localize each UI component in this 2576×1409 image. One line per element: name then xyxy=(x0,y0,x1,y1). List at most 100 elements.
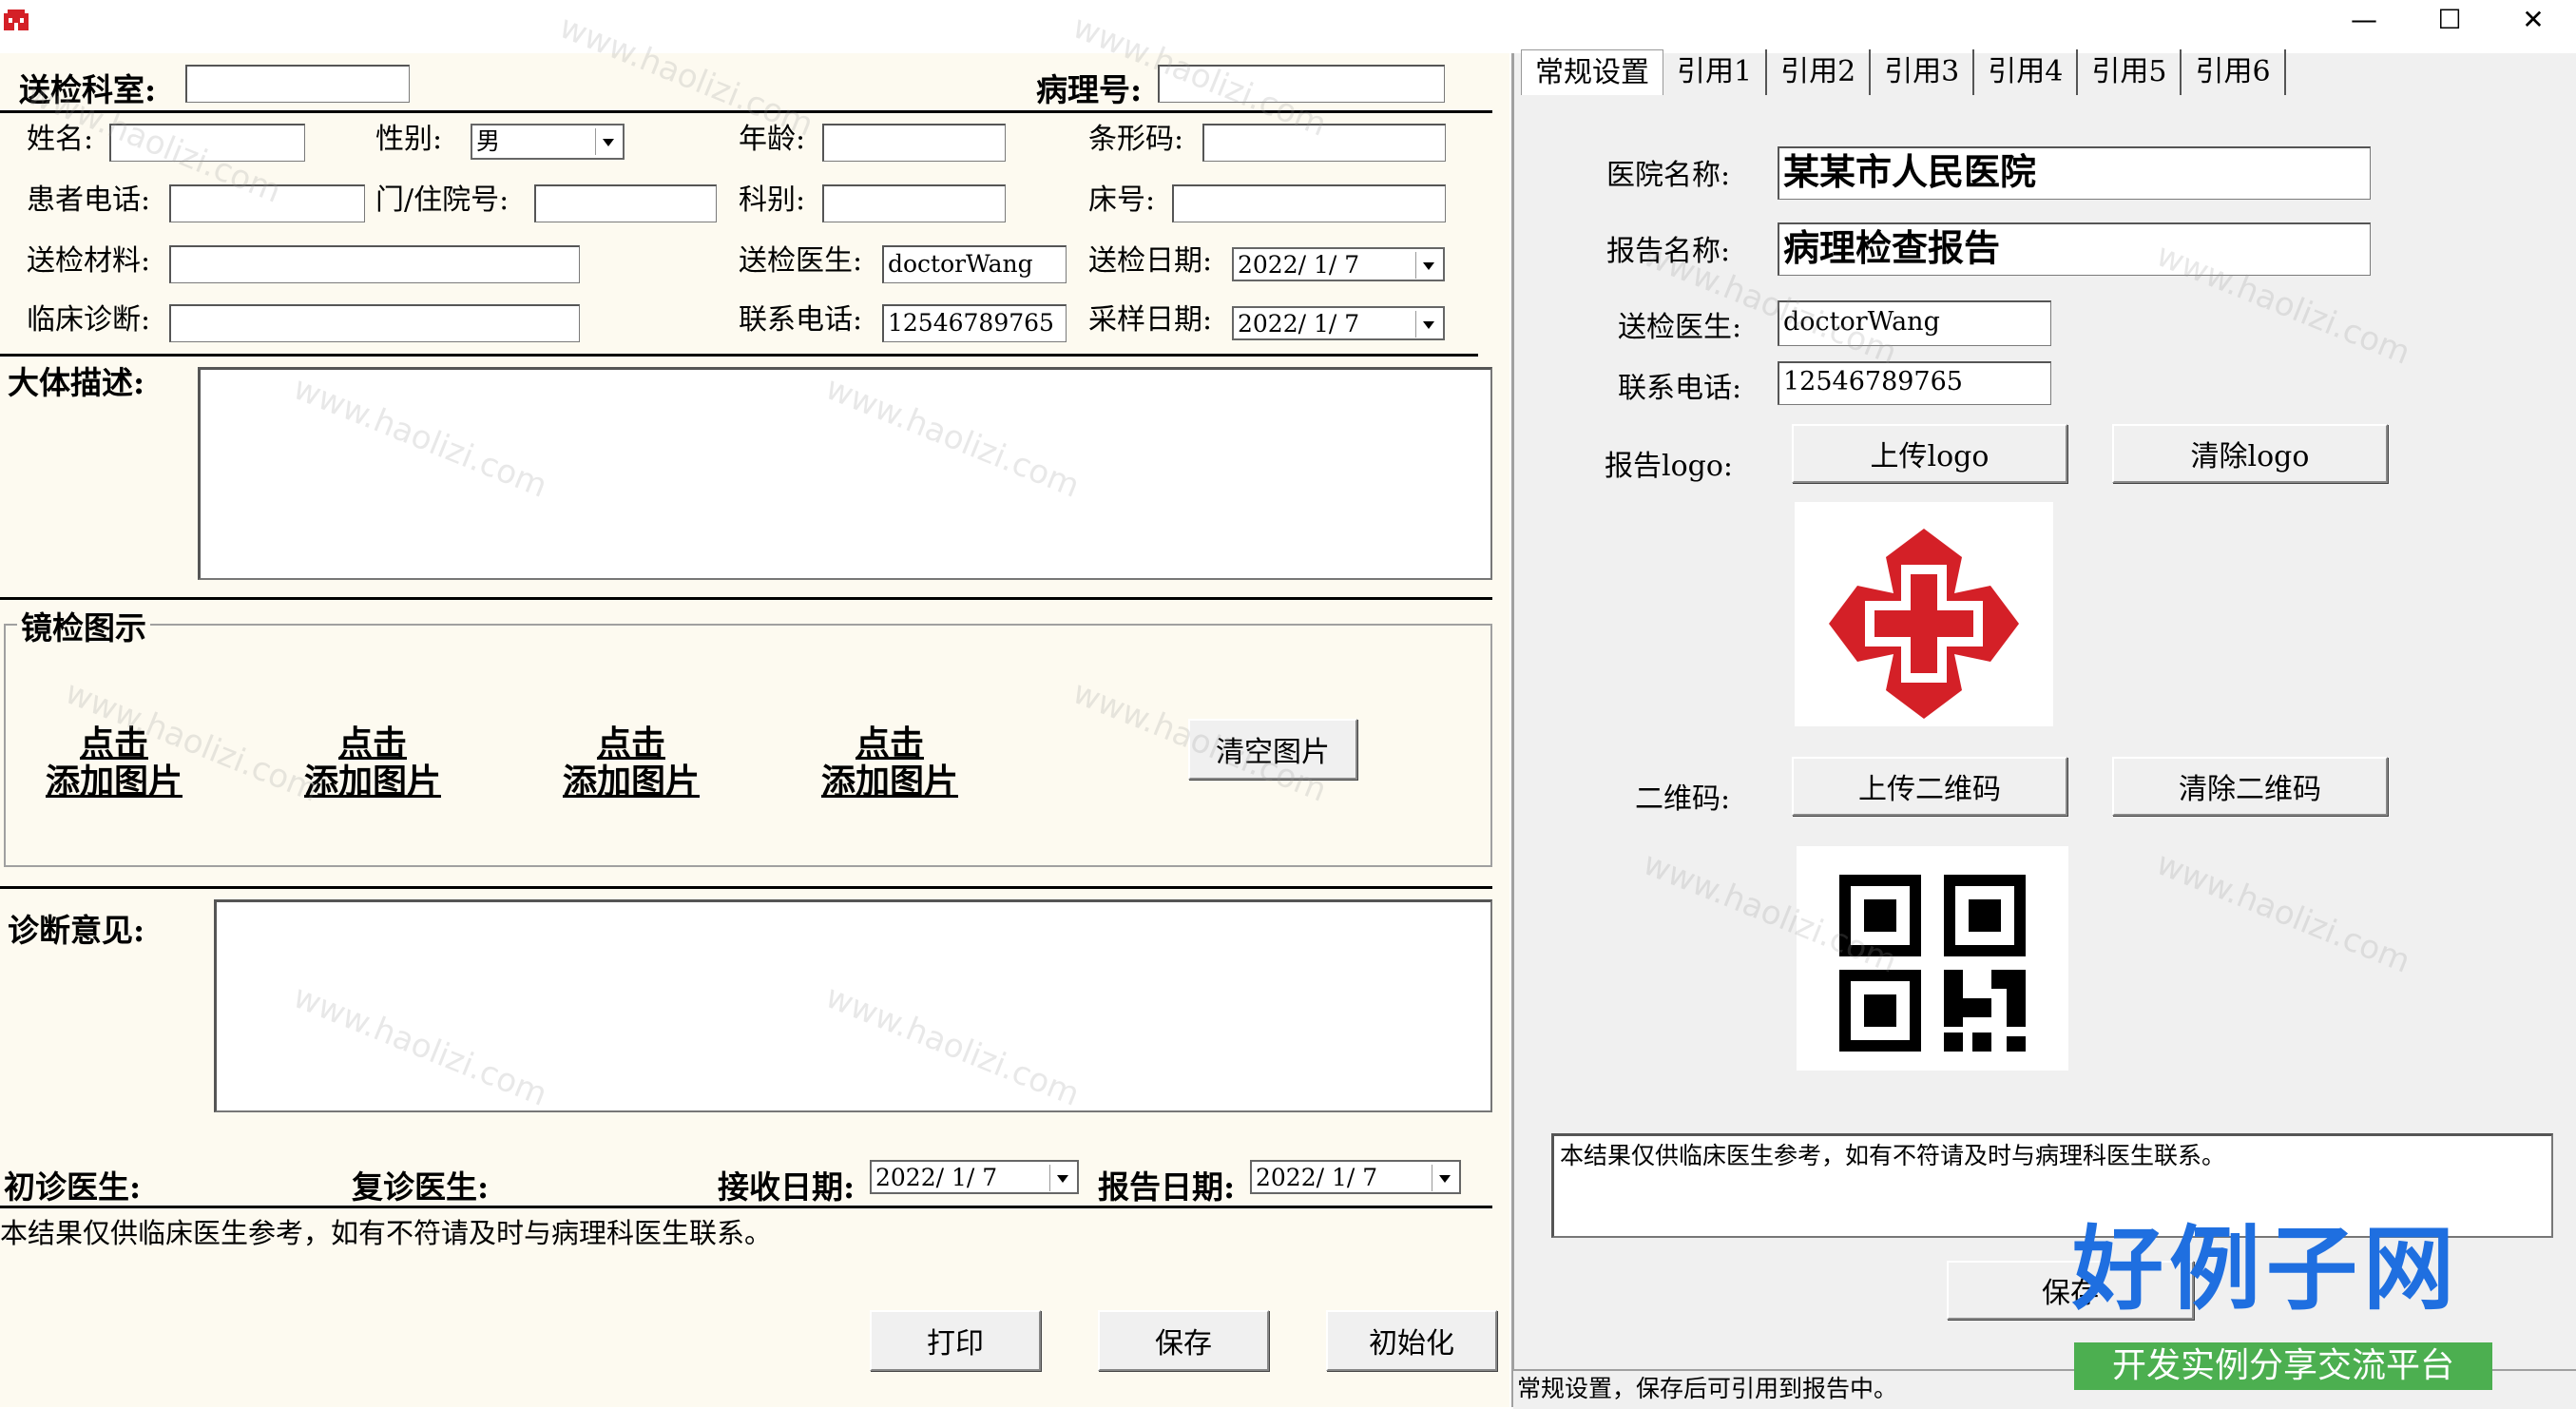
hospital-input[interactable]: 某某市人民医院 xyxy=(1778,146,2371,200)
report-date-label: 报告日期: xyxy=(1098,1168,1236,1206)
tab-ref-5[interactable]: 引用5 xyxy=(2078,49,2182,95)
sample-date-value: 2022/ 1/ 7 xyxy=(1238,310,1360,338)
add-pic-line2: 添加图片 xyxy=(562,762,700,801)
title-bar: — ☐ ✕ xyxy=(0,0,2576,53)
name-input[interactable] xyxy=(109,124,305,162)
divider xyxy=(0,354,1478,357)
add-pic-line1: 点击 xyxy=(337,724,407,763)
add-pic-line1: 点击 xyxy=(855,724,924,763)
maximize-button[interactable]: ☐ xyxy=(2412,0,2488,38)
clear-qrcode-button[interactable]: 清除二维码 xyxy=(2112,757,2388,816)
dept-input[interactable] xyxy=(185,65,410,103)
chevron-down-icon[interactable] xyxy=(595,128,621,155)
dept-label: 送检科室: xyxy=(19,71,157,108)
receive-date-picker[interactable]: 2022/ 1/ 7 xyxy=(870,1160,1079,1194)
gross-textarea[interactable] xyxy=(198,367,1492,580)
hospital-label: 医院名称: xyxy=(1606,159,1731,192)
tab-ref-1[interactable]: 引用1 xyxy=(1663,49,1768,95)
add-image-slot-3[interactable]: 点击 添加图片 xyxy=(550,724,712,801)
sample-date-picker[interactable]: 2022/ 1/ 7 xyxy=(1232,306,1445,340)
add-pic-line1: 点击 xyxy=(596,724,665,763)
print-button[interactable]: 打印 xyxy=(870,1310,1041,1371)
bed-input[interactable] xyxy=(1172,184,1446,222)
chevron-down-icon[interactable] xyxy=(1432,1165,1457,1191)
pathology-no-label: 病理号: xyxy=(1036,71,1143,108)
close-button[interactable]: ✕ xyxy=(2495,0,2571,38)
section-input[interactable] xyxy=(822,184,1006,222)
red-cross-logo-icon xyxy=(1829,529,2019,719)
report-name-input[interactable]: 病理检查报告 xyxy=(1778,222,2371,276)
add-pic-line2: 添加图片 xyxy=(45,762,183,801)
inpatient-label: 门/住院号: xyxy=(375,183,509,217)
app-icon xyxy=(4,10,29,30)
receive-date-label: 接收日期: xyxy=(718,1168,855,1206)
report-date-picker[interactable]: 2022/ 1/ 7 xyxy=(1250,1160,1461,1194)
add-pic-line2: 添加图片 xyxy=(820,762,958,801)
sample-date-label: 采样日期: xyxy=(1088,303,1213,337)
inpatient-input[interactable] xyxy=(534,184,717,222)
gender-select[interactable]: 男 xyxy=(471,124,625,160)
footer-note: 本结果仅供临床医生参考，如有不符请及时与病理科医生联系。 xyxy=(0,1217,773,1249)
brand-main-text: 好例子网 xyxy=(2072,1216,2460,1322)
settings-doctor-input[interactable]: doctorWang xyxy=(1778,300,2051,346)
add-image-slot-4[interactable]: 点击 添加图片 xyxy=(809,724,971,801)
report-name-label: 报告名称: xyxy=(1606,235,1731,268)
receive-date-value: 2022/ 1/ 7 xyxy=(875,1164,998,1191)
tab-general[interactable]: 常规设置 xyxy=(1521,49,1663,95)
qrcode-preview xyxy=(1797,846,2068,1071)
save-button[interactable]: 保存 xyxy=(1098,1310,1269,1371)
gender-label: 性别: xyxy=(375,123,443,156)
tab-ref-6[interactable]: 引用6 xyxy=(2182,49,2286,95)
send-date-picker[interactable]: 2022/ 1/ 7 xyxy=(1232,247,1445,281)
gross-label: 大体描述: xyxy=(8,364,145,401)
clinical-input[interactable] xyxy=(169,304,580,342)
chevron-down-icon[interactable] xyxy=(1049,1165,1075,1191)
chevron-down-icon[interactable] xyxy=(1415,311,1441,338)
diagnosis-textarea[interactable] xyxy=(214,899,1492,1112)
barcode-label: 条形码: xyxy=(1088,123,1184,156)
settings-doctor-label: 送检医生: xyxy=(1618,311,1742,344)
age-input[interactable] xyxy=(822,124,1006,162)
send-doctor-label: 送检医生: xyxy=(739,244,863,278)
material-input[interactable] xyxy=(169,245,580,283)
diagnosis-label: 诊断意见: xyxy=(8,912,145,949)
gender-value: 男 xyxy=(476,127,501,155)
divider xyxy=(0,597,1492,600)
bed-label: 床号: xyxy=(1088,183,1156,217)
tab-ref-3[interactable]: 引用3 xyxy=(1871,49,1975,95)
phone-label: 患者电话: xyxy=(27,183,151,217)
settings-tabs: 常规设置 引用1 引用2 引用3 引用4 引用5 引用6 xyxy=(1521,49,2286,95)
brand-watermark: 好例子网 xyxy=(2072,1217,2509,1331)
phone-input[interactable] xyxy=(169,184,365,222)
settings-contact-label: 联系电话: xyxy=(1618,372,1742,405)
name-label: 姓名: xyxy=(27,123,94,156)
add-image-slot-1[interactable]: 点击 添加图片 xyxy=(33,724,195,801)
divider xyxy=(0,1206,1492,1208)
add-pic-line1: 点击 xyxy=(79,724,148,763)
material-label: 送检材料: xyxy=(27,244,151,278)
settings-contact-input[interactable]: 12546789765 xyxy=(1778,361,2051,405)
review-doctor-label: 复诊医生: xyxy=(352,1168,490,1206)
clear-logo-button[interactable]: 清除logo xyxy=(2112,424,2388,483)
upload-qrcode-button[interactable]: 上传二维码 xyxy=(1792,757,2067,816)
clear-images-button[interactable]: 清空图片 xyxy=(1188,719,1357,780)
barcode-input[interactable] xyxy=(1202,124,1446,162)
send-date-value: 2022/ 1/ 7 xyxy=(1238,251,1360,279)
logo-label: 报告logo: xyxy=(1605,450,1734,483)
age-label: 年龄: xyxy=(739,123,806,156)
first-doctor-label: 初诊医生: xyxy=(4,1168,142,1206)
initialize-button[interactable]: 初始化 xyxy=(1326,1310,1497,1371)
pathology-no-input[interactable] xyxy=(1158,65,1445,103)
upload-logo-button[interactable]: 上传logo xyxy=(1792,424,2067,483)
contact-input[interactable]: 12546789765 xyxy=(882,304,1067,342)
section-label: 科别: xyxy=(739,183,806,217)
minimize-button[interactable]: — xyxy=(2326,0,2402,38)
send-doctor-input[interactable]: doctorWang xyxy=(882,245,1067,283)
tab-ref-2[interactable]: 引用2 xyxy=(1767,49,1872,95)
chevron-down-icon[interactable] xyxy=(1415,252,1441,279)
tab-ref-4[interactable]: 引用4 xyxy=(1974,49,2079,95)
add-image-slot-2[interactable]: 点击 添加图片 xyxy=(292,724,453,801)
divider xyxy=(0,886,1492,889)
qrcode-label: 二维码: xyxy=(1635,782,1731,816)
clinical-label: 临床诊断: xyxy=(27,303,151,337)
